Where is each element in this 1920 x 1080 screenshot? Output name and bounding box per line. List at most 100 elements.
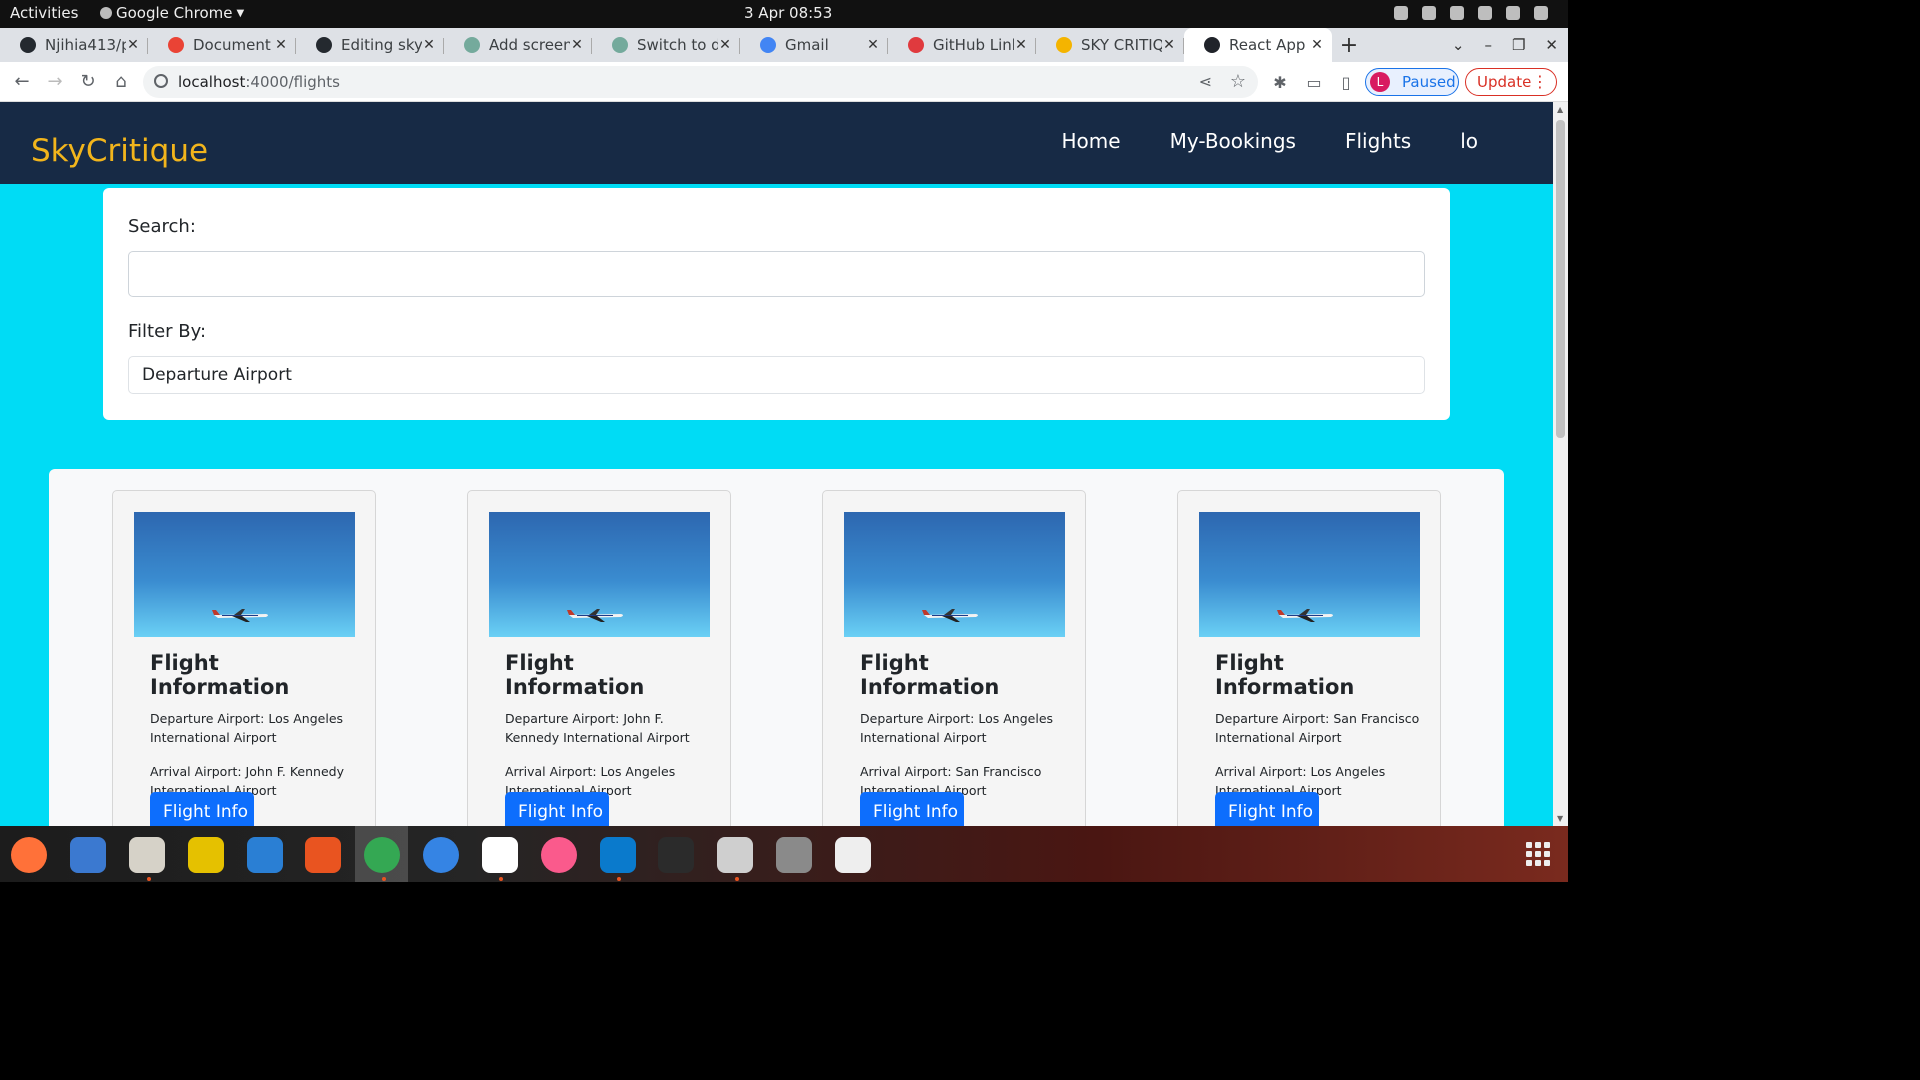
search-input[interactable] [128,251,1425,297]
minimize-icon[interactable]: – [1484,36,1492,54]
nav-flights[interactable]: Flights [1345,129,1411,153]
side-panel-icon[interactable]: ▯ [1337,73,1355,92]
browser-tab[interactable]: Add screens✕ [444,28,592,62]
extensions-icon[interactable]: ✱ [1271,73,1289,92]
terminal-icon[interactable] [658,837,694,873]
browser-tab[interactable]: GitHub Link ✕ [888,28,1036,62]
vscode-icon[interactable] [600,837,636,873]
airplane-icon [922,609,978,622]
new-tab-button[interactable]: + [1332,28,1366,62]
tab-favicon-icon [1056,37,1072,53]
accessibility-icon [1422,6,1436,20]
tab-list: Njihia413/p✕Document s✕Editing sky-✕Add … [0,28,1332,62]
close-tab-icon[interactable]: ✕ [1310,37,1324,53]
flight-info-button[interactable]: Flight Info [860,792,964,826]
browser-tab[interactable]: Gmail ✕ [740,28,888,62]
app-menu[interactable]: Google Chrome ▼ [100,4,244,22]
firefox-icon[interactable] [11,837,47,873]
tab-favicon-icon [760,37,776,53]
show-apps-icon[interactable] [1526,842,1550,866]
flight-title: Flight Information [150,651,290,699]
airplane-icon [567,609,623,622]
scrollbar-thumb[interactable] [1556,120,1565,438]
running-indicator [617,877,621,881]
close-tab-icon[interactable]: ✕ [866,37,880,53]
browser-tab[interactable]: Switch to de✕ [592,28,740,62]
site-brand[interactable]: SkyCritique [31,133,208,169]
site-info-icon[interactable] [154,74,168,88]
close-tab-icon[interactable]: ✕ [274,37,288,53]
slack-icon[interactable] [482,837,518,873]
running-indicator [147,877,151,881]
music-icon[interactable] [541,837,577,873]
home-icon[interactable]: ⌂ [110,71,132,92]
files-icon[interactable] [129,837,165,873]
tab-title: SKY CRITIQ [1081,36,1162,54]
flight-image [844,512,1065,637]
flight-title: Flight Information [505,651,645,699]
departure-airport: Departure Airport: San Francisco Interna… [1215,711,1420,745]
departure-airport: Departure Airport: Los Angeles Internati… [150,711,344,745]
close-tab-icon[interactable]: ✕ [1014,37,1028,53]
browser-tab[interactable]: Editing sky- ✕ [296,28,444,62]
profile-button[interactable]: L Paused [1365,68,1459,96]
close-window-icon[interactable]: ✕ [1545,36,1558,54]
flight-image [489,512,710,637]
running-indicator [735,877,739,881]
tab-favicon-icon [316,37,332,53]
thunderbird-icon[interactable] [70,837,106,873]
search-label: Search: [128,216,196,237]
nav-logout[interactable]: lo [1460,129,1478,153]
forward-icon[interactable]: → [44,71,66,92]
share-icon[interactable]: ⋖ [1199,72,1212,91]
nav-home[interactable]: Home [1062,129,1121,153]
browser-tab[interactable]: Njihia413/p ✕ [0,28,148,62]
address-bar[interactable]: localhost:4000/flights ⋖ ☆ [143,66,1258,98]
restore-icon[interactable]: ❐ [1512,36,1525,54]
chrome-icon[interactable] [364,837,400,873]
settings-icon[interactable] [717,837,753,873]
cast-icon[interactable]: ▭ [1305,73,1323,92]
clock[interactable]: 3 Apr 08:53 [744,4,832,22]
screenshot-icon[interactable] [835,837,871,873]
writer-icon[interactable] [247,837,283,873]
close-tab-icon[interactable]: ✕ [570,37,584,53]
tab-favicon-icon [612,37,628,53]
flight-image [1199,512,1420,637]
close-tab-icon[interactable]: ✕ [126,37,140,53]
device-icon[interactable] [776,837,812,873]
app-menu-label: Google Chrome [116,4,233,22]
reload-icon[interactable]: ↻ [77,71,99,92]
running-indicator [382,877,386,881]
update-button[interactable]: Update ⋮ [1465,68,1557,96]
close-tab-icon[interactable]: ✕ [1162,37,1176,53]
help-icon[interactable] [423,837,459,873]
browser-tab[interactable]: SKY CRITIQ ✕ [1036,28,1184,62]
menu-dots-icon: ⋮ [1532,72,1548,91]
software-icon[interactable] [305,837,341,873]
tab-search-icon[interactable]: ⌄ [1452,36,1465,54]
rhythmbox-icon[interactable] [188,837,224,873]
flight-info-button[interactable]: Flight Info [150,792,254,826]
back-icon[interactable]: ← [11,71,33,92]
browser-tab[interactable]: Document s✕ [148,28,296,62]
activities-button[interactable]: Activities [10,4,78,22]
tab-favicon-icon [464,37,480,53]
page-scrollbar[interactable]: ▲ ▼ [1553,102,1568,826]
tab-favicon-icon [908,37,924,53]
flight-info-button[interactable]: Flight Info [1215,792,1319,826]
flight-info-button[interactable]: Flight Info [505,792,609,826]
filter-select[interactable]: Departure Airport [128,356,1425,394]
tab-title: React App [1229,36,1306,54]
scroll-down-icon[interactable]: ▼ [1557,814,1563,823]
close-tab-icon[interactable]: ✕ [422,37,436,53]
close-tab-icon[interactable]: ✕ [718,37,732,53]
flight-title: Flight Information [860,651,1000,699]
browser-tab[interactable]: React App ✕ [1184,28,1332,62]
bookmark-star-icon[interactable]: ☆ [1230,71,1246,92]
scroll-up-icon[interactable]: ▲ [1557,105,1563,114]
system-tray[interactable] [1394,6,1548,20]
flight-card-body: Flight Information Departure Airport: Jo… [505,651,715,815]
volume-icon [1478,6,1492,20]
nav-my-bookings[interactable]: My-Bookings [1170,129,1296,153]
